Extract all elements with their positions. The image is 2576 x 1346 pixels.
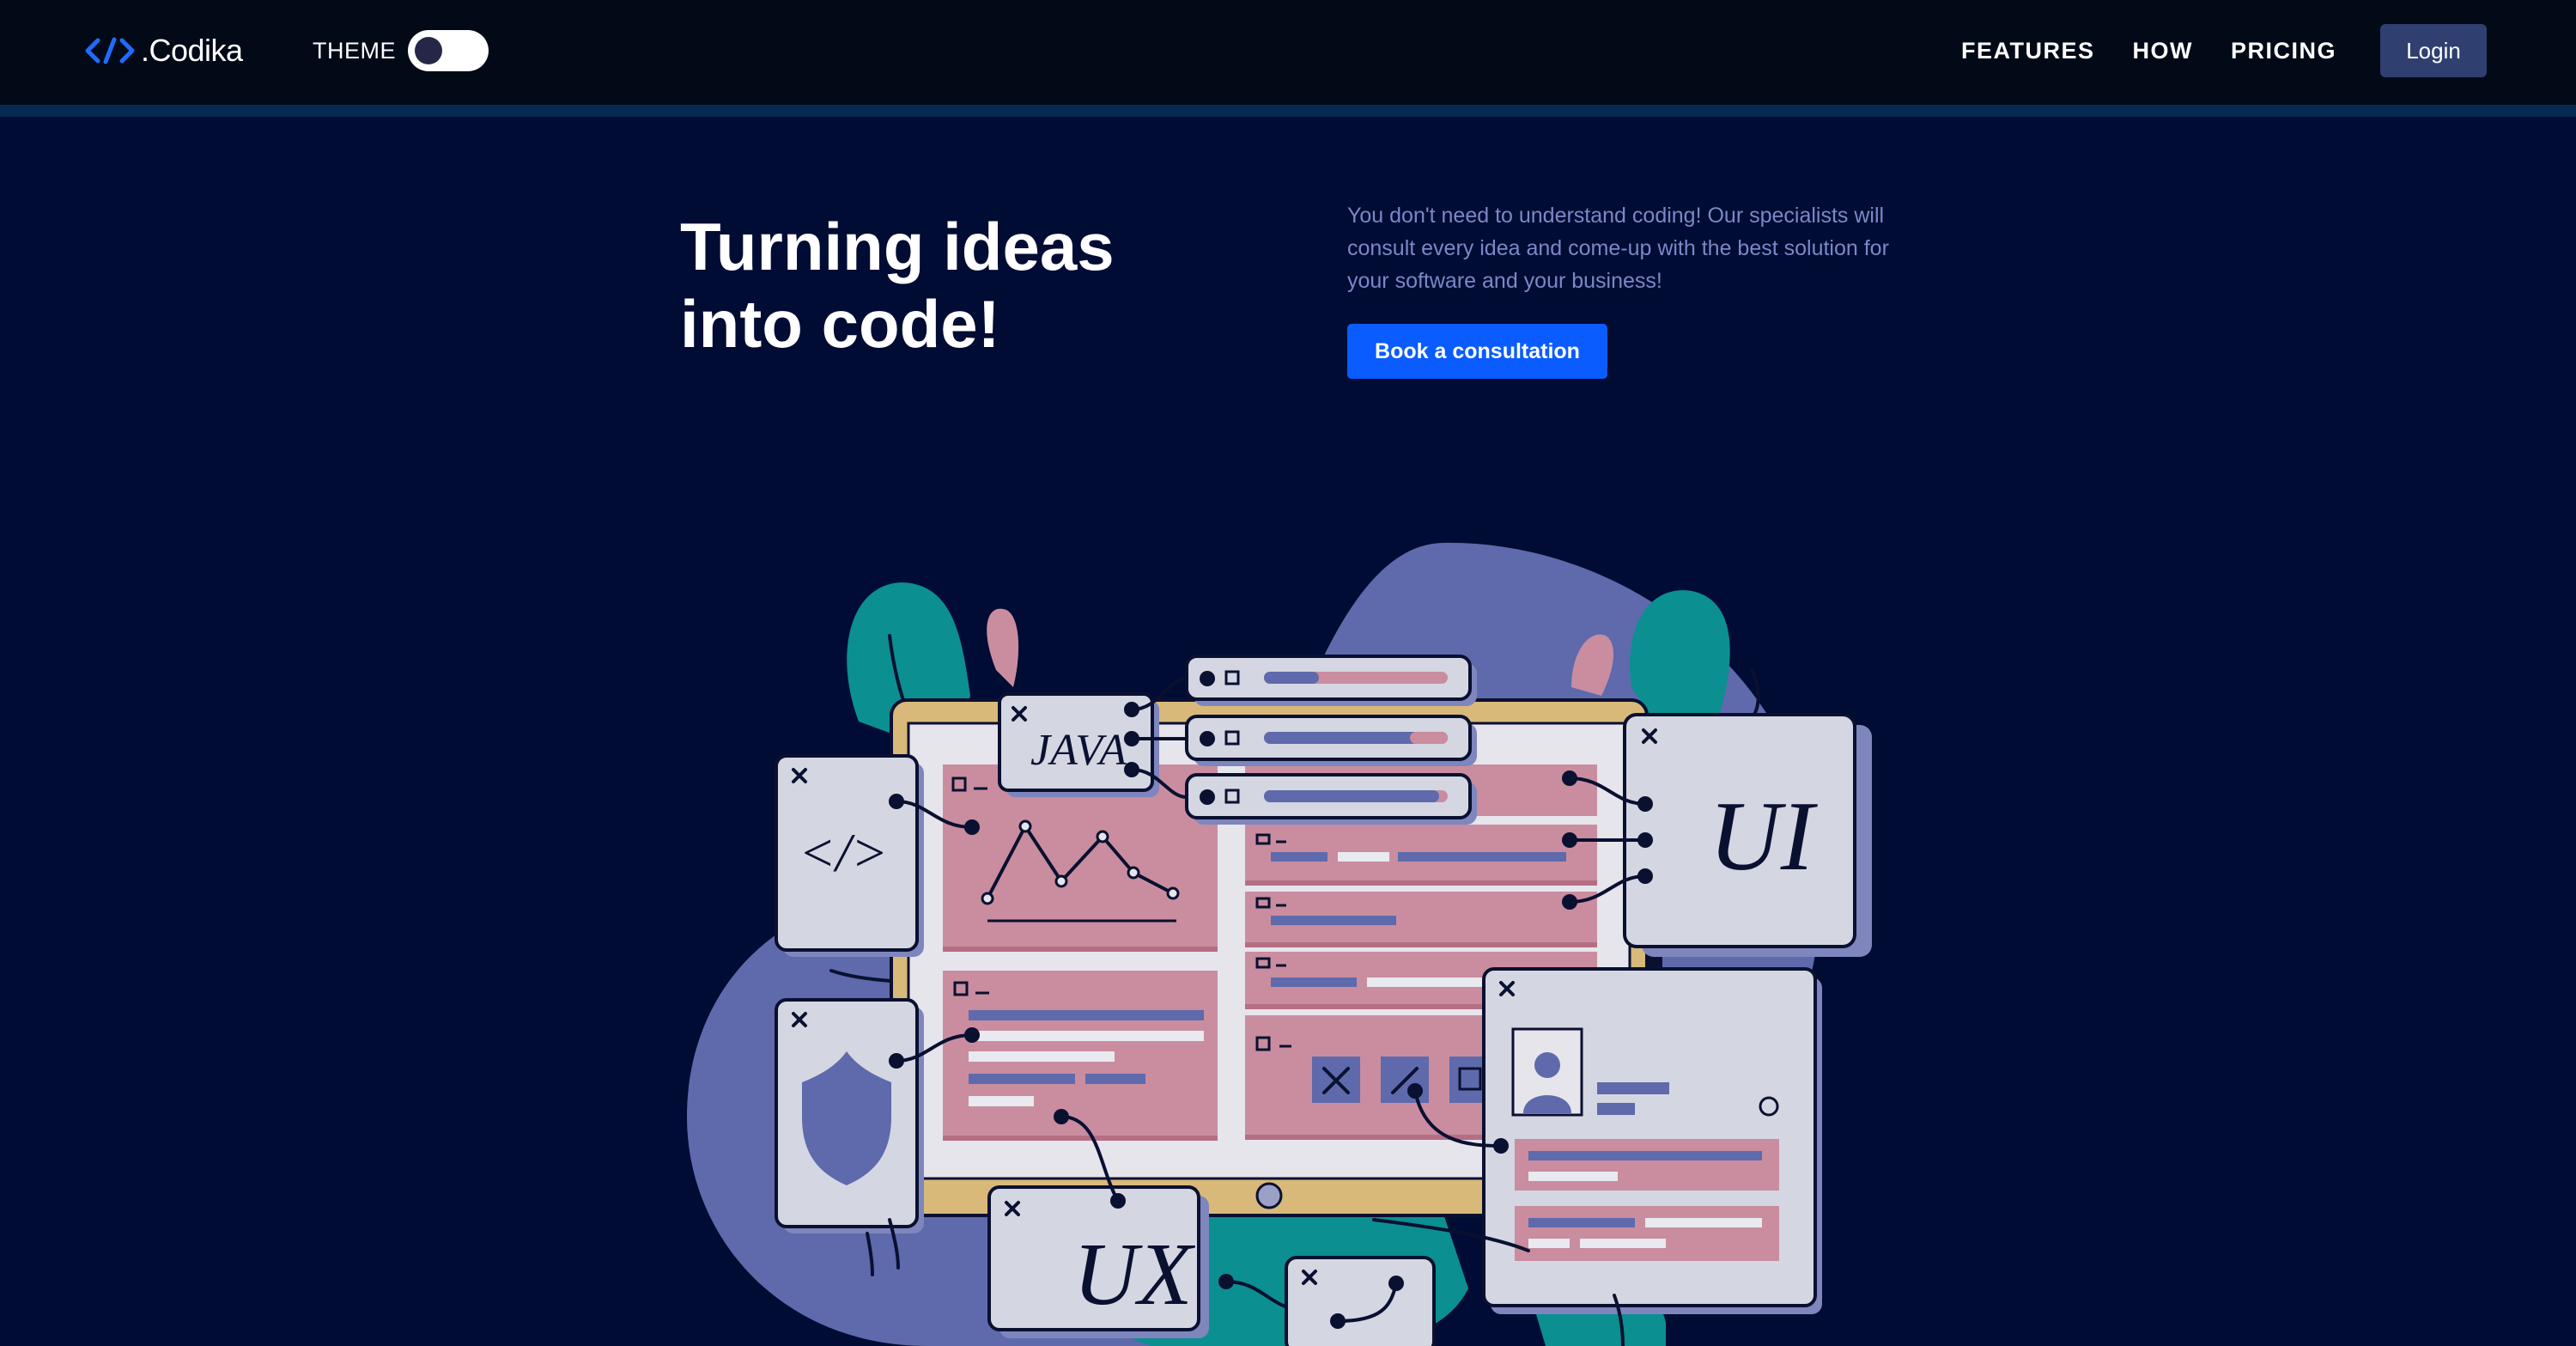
hero-title-line1: Turning ideas [680,209,1115,284]
hero-illustration: .ln { fill: none; stroke: #0a1030; strok… [687,542,1872,1346]
option-bars [1185,655,1477,825]
theme-toggle[interactable] [408,30,489,71]
java-card: JAVA [998,677,1188,799]
top-navbar: .Codika THEME FEATURES HOW PRICING Login [0,0,2576,105]
hero-title: Turning ideas into code! [680,208,1195,362]
nav-link-features[interactable]: FEATURES [1961,38,2095,64]
nav-link-how[interactable]: HOW [2133,38,2193,64]
theme-label: THEME [313,37,396,64]
navbar-divider [0,105,2576,117]
code-brackets-icon [85,37,135,64]
theme-toggle-knob [415,37,442,64]
ux-label: UX [1073,1225,1195,1324]
book-consultation-button[interactable]: Book a consultation [1347,324,1607,379]
hero-description: You don't need to understand coding! Our… [1347,204,1889,293]
nav-link-pricing[interactable]: PRICING [2231,38,2336,64]
ui-label: UI [1709,782,1819,892]
hero-title-line2: into code! [680,286,1000,362]
logo[interactable]: .Codika [84,31,243,70]
login-button[interactable]: Login [2380,24,2487,77]
connector-card [1285,1256,1436,1346]
theme-switcher: THEME [313,29,489,72]
java-label: JAVA [1030,726,1127,775]
code-label: </> [799,822,888,883]
nav-links: FEATURES HOW PRICING [1961,33,2374,69]
logo-text: .Codika [141,33,243,68]
